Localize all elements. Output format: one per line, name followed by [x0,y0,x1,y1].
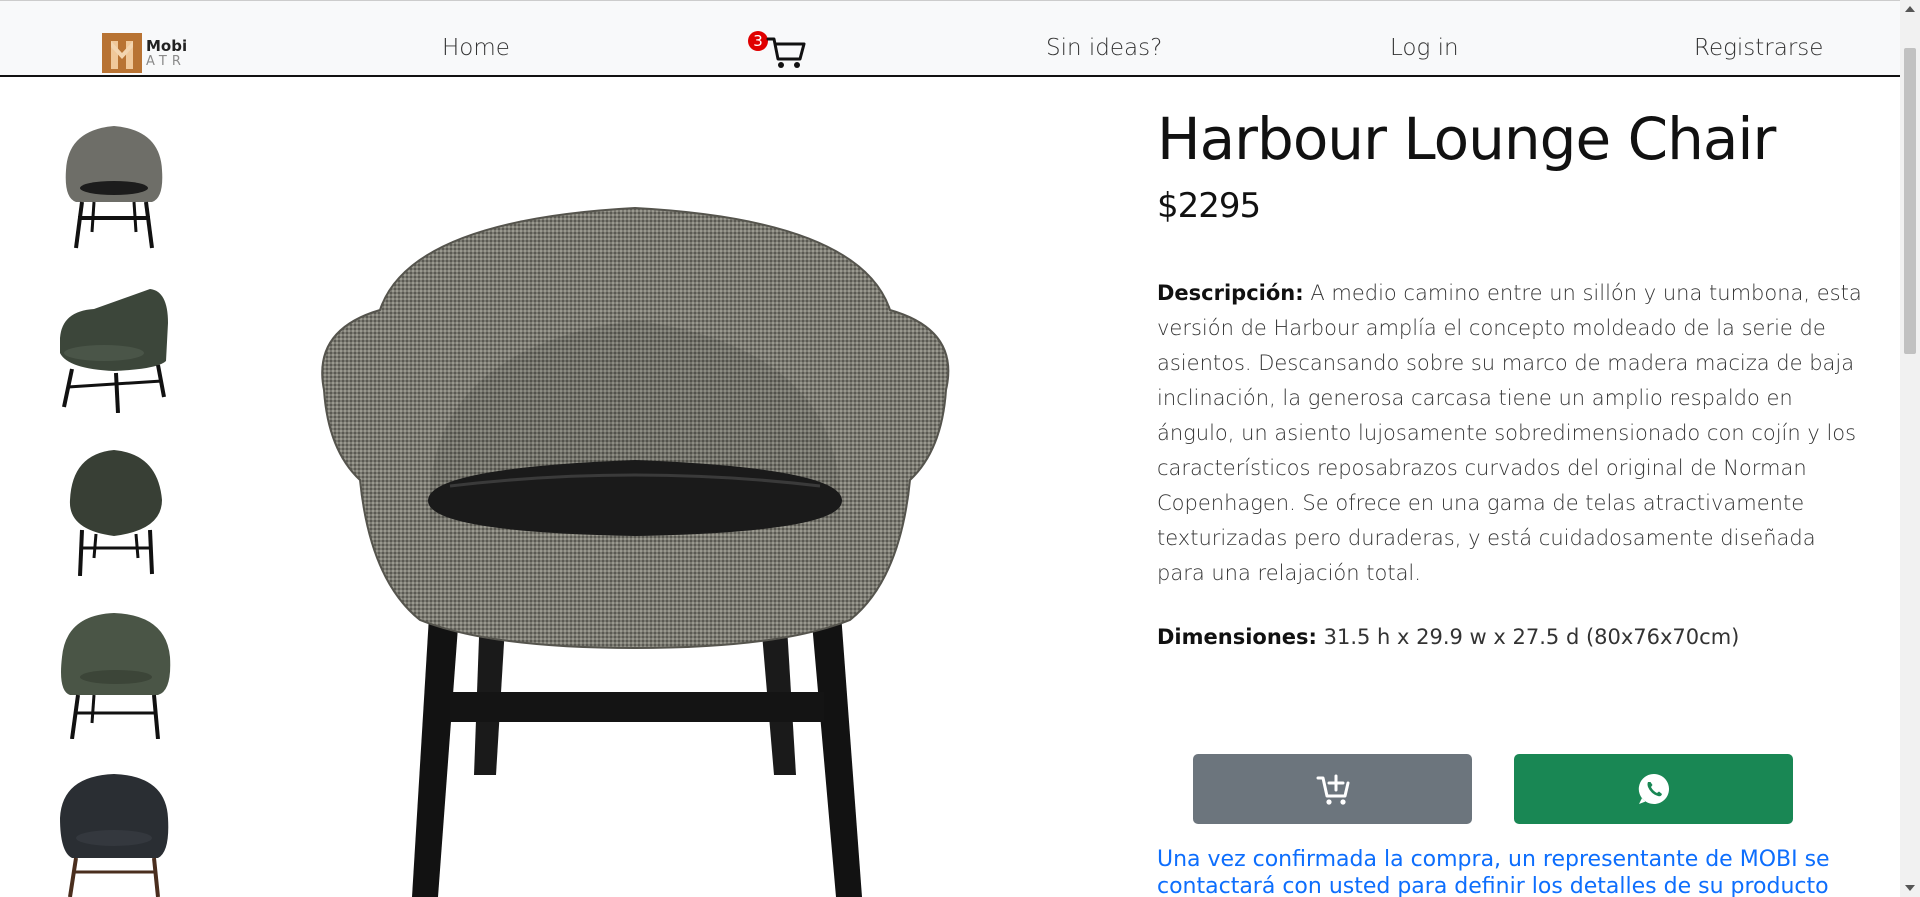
nav-cart[interactable]: 3 [748,31,808,71]
nav-ideas[interactable]: Sin ideas? [1046,35,1162,61]
chair-thumbnail-image [61,613,171,740]
page-scrollbar[interactable] [1900,0,1920,897]
description-label: Descripción: [1157,281,1304,305]
whatsapp-icon [1638,773,1669,804]
description-text: A medio camino entre un sillón y una tum… [1157,281,1862,585]
main-product-image [310,200,960,897]
cart-plus-icon [1316,774,1349,805]
dimensions-label: Dimensiones: [1157,625,1317,649]
brand-name: Mobi [146,36,188,55]
chair-thumbnail-image [60,774,169,897]
thumbnail-1[interactable] [54,120,174,250]
nav-login[interactable]: Log in [1390,35,1459,61]
brand-subname: ATR [146,53,186,69]
nav-home[interactable]: Home [442,35,510,61]
scroll-down-icon[interactable] [1905,885,1915,891]
thumbnail-2[interactable] [54,283,174,414]
thumbnail-4[interactable] [54,609,174,740]
brand-logo[interactable]: Mobi ATR [102,32,194,74]
cart-count-badge: 3 [748,31,768,51]
thumbnail-5[interactable] [54,772,174,897]
chair-thumbnail-image [69,450,162,577]
logo-mark-icon [102,33,142,73]
product-dimensions: Dimensiones: 31.5 h x 29.9 w x 27.5 d (8… [1157,625,1739,649]
add-to-cart-button[interactable] [1193,754,1472,824]
chair-thumbnail-image [65,126,163,249]
purchase-notice: Una vez confirmada la compra, un represe… [1157,847,1830,897]
product-price: $2295 [1157,186,1261,226]
product-title: Harbour Lounge Chair [1157,105,1776,173]
dimensions-text: 31.5 h x 29.9 w x 27.5 d (80x76x70cm) [1316,625,1740,649]
product-description: Descripción: A medio camino entre un sil… [1157,276,1869,591]
cart-icon [766,37,806,68]
whatsapp-button[interactable] [1514,754,1793,824]
chair-thumbnail-image [60,289,168,414]
nav-register[interactable]: Registrarse [1694,35,1823,61]
scrollbar-thumb[interactable] [1904,48,1916,354]
scroll-up-icon[interactable] [1905,6,1915,12]
navbar: Mobi ATR Home 3 Sin ideas? Log in Regist… [0,0,1900,77]
thumbnail-3[interactable] [54,446,174,577]
